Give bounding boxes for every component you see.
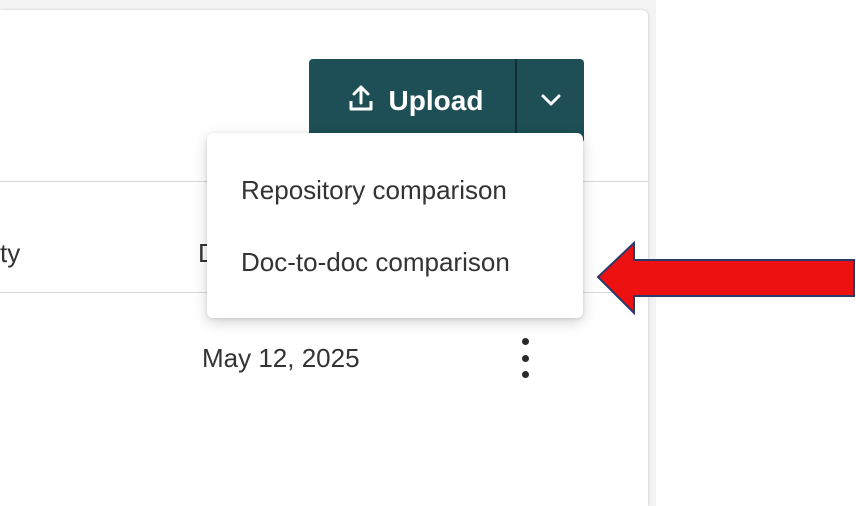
upload-button-label: Upload bbox=[388, 85, 484, 116]
menu-item-doc-to-doc-comparison[interactable]: Doc-to-doc comparison bbox=[207, 226, 583, 298]
column-header-activity[interactable]: ty bbox=[0, 238, 20, 269]
menu-item-label: Doc-to-doc comparison bbox=[241, 246, 510, 277]
upload-split-button: Upload bbox=[309, 59, 584, 143]
menu-item-repository-comparison[interactable]: Repository comparison bbox=[207, 154, 583, 226]
row-date: May 12, 2025 bbox=[202, 343, 360, 373]
menu-item-label: Repository comparison bbox=[241, 174, 507, 205]
upload-options-toggle[interactable] bbox=[517, 59, 584, 143]
chevron-down-icon bbox=[540, 93, 562, 110]
annotation-arrow-icon bbox=[596, 240, 855, 316]
more-vertical-icon[interactable] bbox=[513, 338, 537, 378]
upload-options-menu: Repository comparison Doc-to-doc compari… bbox=[207, 133, 583, 318]
upload-button[interactable]: Upload bbox=[309, 59, 515, 143]
upload-icon bbox=[349, 84, 373, 119]
